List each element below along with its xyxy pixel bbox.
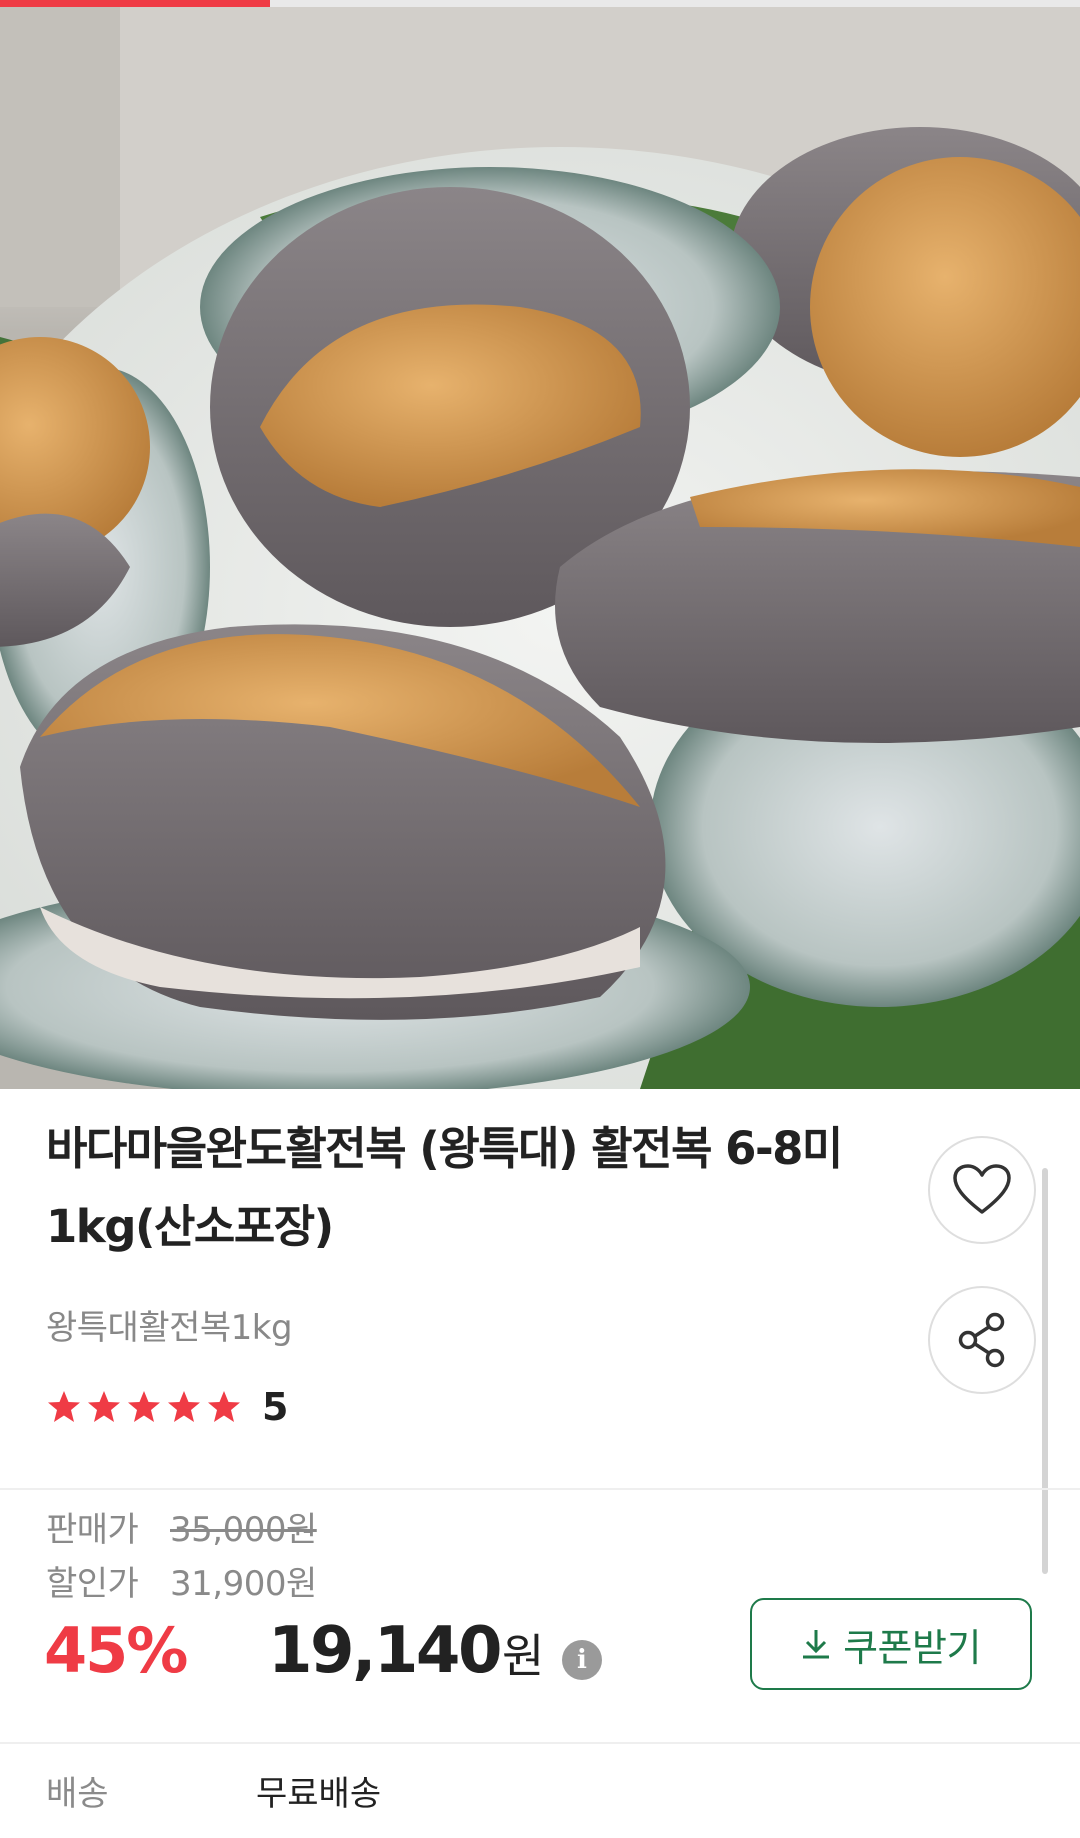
- share-icon: [958, 1312, 1005, 1368]
- product-image[interactable]: [0, 7, 1080, 1089]
- download-icon: [803, 1630, 830, 1659]
- star-icon: [168, 1391, 200, 1422]
- star-icon: [208, 1391, 240, 1422]
- divider: [0, 1742, 1080, 1744]
- coupon-button-label: 쿠폰받기: [843, 1625, 981, 1670]
- product-subtitle: 왕특대활전복1kg: [46, 1308, 293, 1348]
- final-price-value: 19,140: [268, 1614, 502, 1688]
- wishlist-button[interactable]: [928, 1136, 1036, 1244]
- divider: [0, 1488, 1080, 1490]
- discount-price-label: 할인가: [46, 1564, 139, 1604]
- info-icon[interactable]: i: [562, 1640, 602, 1680]
- heart-icon: [953, 1164, 1011, 1214]
- final-price-unit: 원: [501, 1629, 545, 1683]
- share-button[interactable]: [928, 1286, 1036, 1394]
- rating[interactable]: 5: [46, 1385, 288, 1429]
- image-progress-track: [0, 0, 1080, 7]
- discount-rate: 45%: [44, 1614, 188, 1687]
- scrollbar[interactable]: [1042, 1168, 1048, 1574]
- shipping-label: 배송: [46, 1774, 109, 1814]
- star-icon: [128, 1391, 160, 1422]
- coupon-button[interactable]: 쿠폰받기: [750, 1598, 1032, 1690]
- rating-value: 5: [262, 1385, 289, 1429]
- star-icon: [88, 1391, 120, 1422]
- discount-price-row: 할인가 31,900원: [46, 1556, 317, 1605]
- final-price: 19,140원: [268, 1614, 544, 1688]
- discount-price-value: 31,900원: [170, 1564, 317, 1604]
- sale-price-row: 판매가 35,000원: [46, 1502, 317, 1551]
- shipping-value: 무료배송: [256, 1774, 382, 1814]
- image-progress-fill: [0, 0, 270, 7]
- rating-stars: [46, 1389, 246, 1425]
- sale-price-value: 35,000원: [170, 1510, 317, 1550]
- product-title: 바다마을완도활전복 (왕특대) 활전복 6-8미1kg(산소포장): [46, 1122, 843, 1253]
- star-icon: [48, 1391, 80, 1422]
- sale-price-label: 판매가: [46, 1510, 139, 1550]
